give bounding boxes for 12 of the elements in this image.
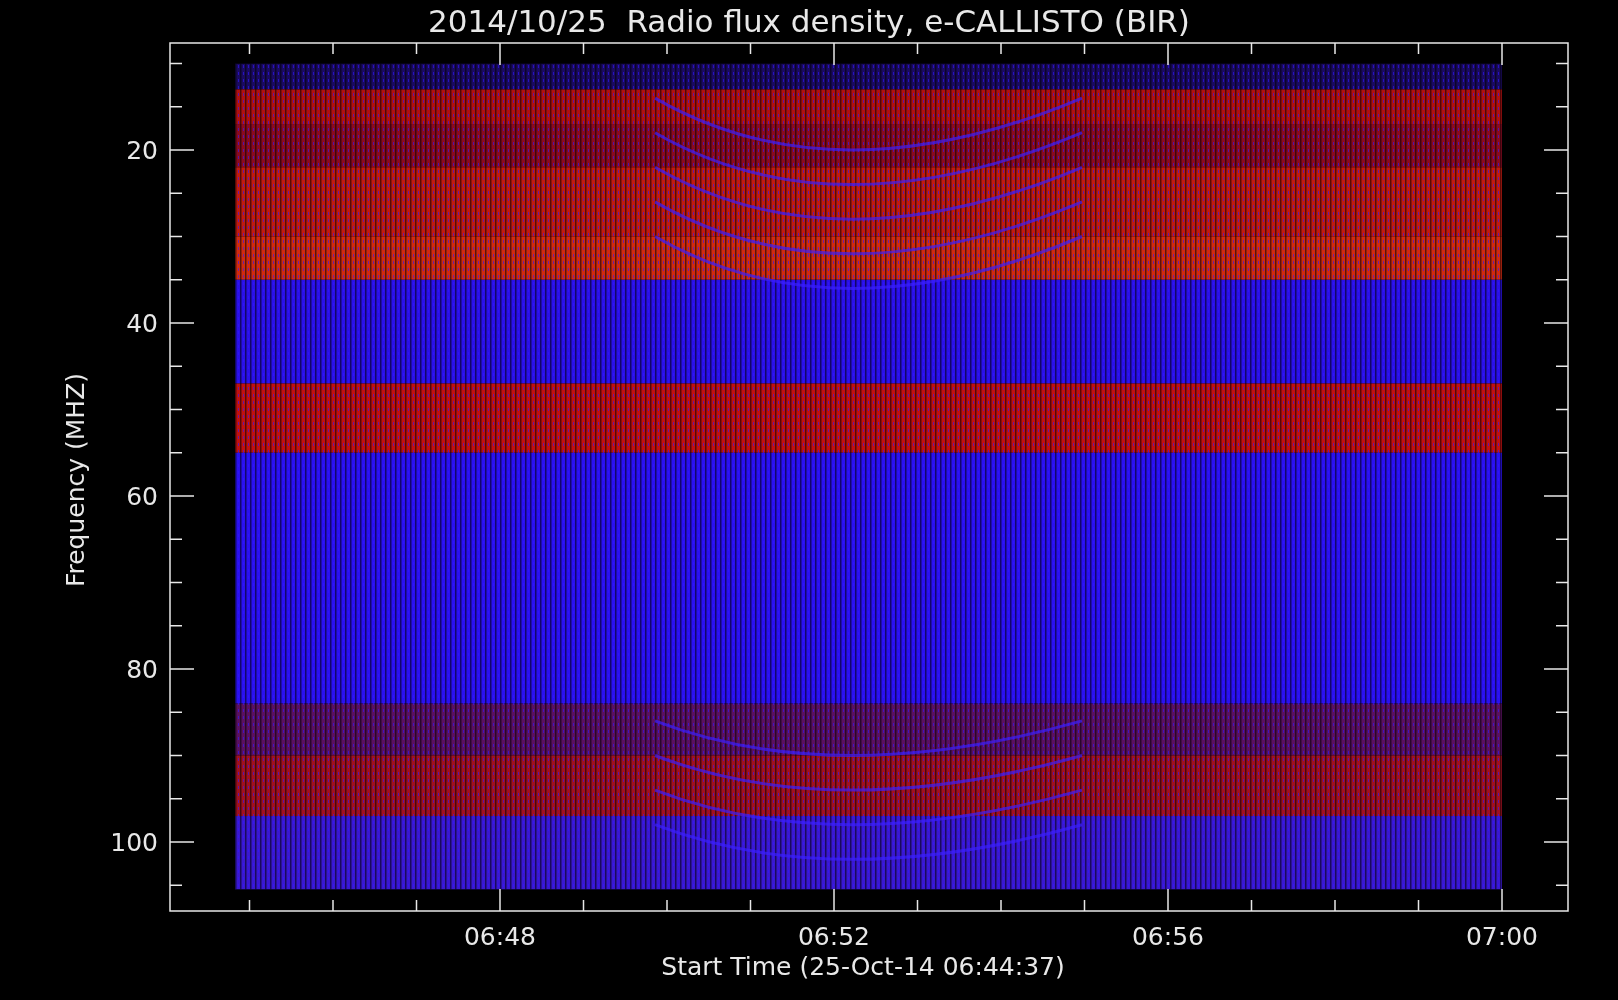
tick-label: 80 [126,655,158,684]
tick-label: 06:56 [1132,922,1204,951]
tick-label: 06:48 [464,922,536,951]
tick-label: 06:52 [798,922,870,951]
tick-label: 20 [126,136,158,165]
tick-label: 60 [126,482,158,511]
chart-title: 2014/10/25 Radio flux density, e-CALLISTO (BIR) [428,3,1190,39]
tick-label: 07:00 [1466,922,1538,951]
axis-title: Start Time (25-Oct-14 06:44:37) [661,952,1065,981]
tick-label: 40 [126,309,158,338]
axis-title: Frequency (MHZ) [61,372,90,588]
tick-label: 100 [110,828,158,857]
